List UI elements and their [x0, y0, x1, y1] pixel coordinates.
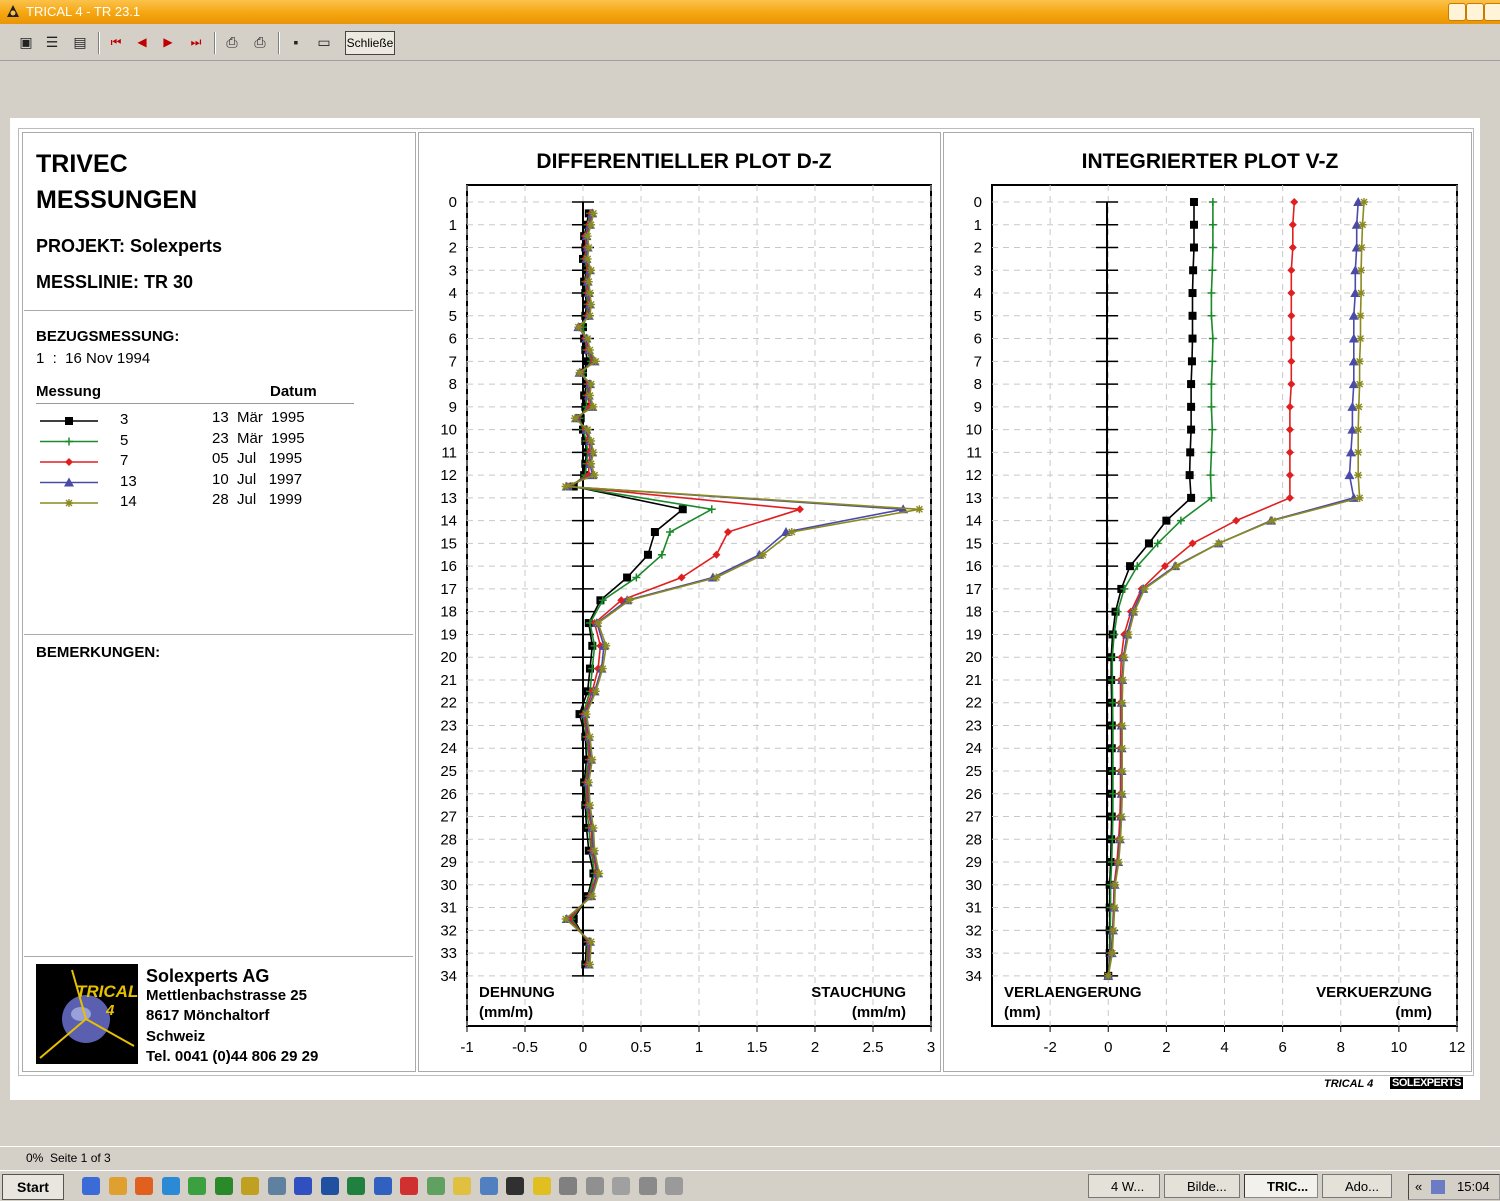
network-icon: [1431, 1180, 1445, 1194]
trical-logo: TRICAL 4: [36, 964, 138, 1064]
company-tel: Tel. 0041 (0)44 806 29 29: [146, 1048, 319, 1065]
integrated-plot-panel: [943, 132, 1472, 1072]
quick-launch-icon[interactable]: [453, 1177, 471, 1195]
legend-markers: [40, 417, 98, 507]
task-trical[interactable]: TRIC...: [1244, 1174, 1318, 1198]
report-title-line1: TRIVEC: [36, 150, 128, 178]
legend-date: 13 Mär 1995: [212, 409, 305, 426]
legend-messung-number: 13: [120, 472, 137, 490]
quick-launch-icon[interactable]: [612, 1177, 630, 1195]
company-name: Solexperts AG: [146, 966, 270, 986]
company-street: Mettlenbachstrasse 25: [146, 987, 307, 1004]
legend-marker-star: [65, 499, 73, 507]
divider: [24, 310, 413, 311]
clock: 15:04: [1457, 1179, 1490, 1194]
taskbar: Start 4 W... Bilde... TRIC... Ado... « 1…: [0, 1170, 1500, 1201]
divider: [24, 634, 413, 635]
quick-launch-icon[interactable]: [400, 1177, 418, 1195]
quick-launch-icon[interactable]: [506, 1177, 524, 1195]
toolbar: ▣ ☰ ▤ ⏮ ◀ ▶ ⏭ ⎙ ⎙ ▪ ▭ Schließe: [0, 24, 1500, 61]
legend-date: 05 Jul 1995: [212, 450, 303, 467]
legend-messung-number: 7: [120, 452, 129, 469]
legend-date: 28 Jul 1999: [212, 491, 303, 508]
start-button[interactable]: Start: [2, 1174, 64, 1200]
quick-launch-icon[interactable]: [320, 1177, 339, 1195]
tray-chevron[interactable]: «: [1415, 1175, 1422, 1199]
legend-marker-square: [65, 417, 73, 425]
prev-page-icon[interactable]: ◀: [132, 32, 152, 52]
minimize-button[interactable]: [1448, 3, 1466, 21]
legend-date: 10 Jul 1997: [212, 470, 303, 488]
quick-launch-icon[interactable]: [347, 1177, 365, 1195]
quick-launch-icon[interactable]: [294, 1177, 312, 1195]
legend-messung-number: 5: [120, 431, 129, 449]
zoom-value: 0%: [26, 1151, 44, 1165]
maximize-button[interactable]: [1466, 3, 1484, 21]
quick-launch-icon[interactable]: [267, 1177, 286, 1195]
logo-text: TRICAL: [76, 982, 138, 1001]
page-indicator: Seite 1 of 3: [50, 1151, 111, 1165]
quick-launch-icon[interactable]: [665, 1177, 683, 1195]
bezug-value: 1 : 16 Nov 1994: [36, 350, 151, 367]
report-title-line2: MESSUNGEN: [36, 186, 198, 214]
legend-messung-number: 3: [120, 411, 129, 428]
open-icon[interactable]: ▭: [314, 32, 334, 52]
quick-launch-icon[interactable]: [214, 1177, 233, 1195]
quick-launch-icon[interactable]: [188, 1177, 206, 1195]
close-report-button[interactable]: Schließe: [345, 31, 395, 55]
next-page-icon[interactable]: ▶: [158, 32, 178, 52]
footer-brand-logo: SOLEXPERTS: [1390, 1077, 1463, 1089]
remarks-label: BEMERKUNGEN:: [36, 644, 161, 661]
print-setup-icon[interactable]: ⎙: [222, 32, 242, 52]
last-page-icon[interactable]: ⏭: [186, 32, 206, 52]
quick-launch-icon[interactable]: [638, 1177, 657, 1195]
list-view-icon[interactable]: ☰: [42, 32, 62, 52]
globe-logo-icon: [39, 969, 135, 1059]
system-tray: « 15:04: [1408, 1174, 1500, 1200]
status-bar: 0% Seite 1 of 3: [0, 1146, 1500, 1169]
toolbar-separator: [214, 32, 216, 54]
quick-launch-icon[interactable]: [241, 1177, 259, 1195]
task-word-document[interactable]: Bilde...: [1164, 1174, 1240, 1198]
project-label: PROJEKT: Solexperts: [36, 236, 223, 256]
divider: [24, 956, 413, 957]
legend-divider: [36, 403, 354, 404]
close-window-button[interactable]: [1484, 3, 1500, 21]
window-titlebar: TRICAL 4 - TR 23.1: [0, 0, 1500, 24]
legend-date: 23 Mär 1995: [212, 429, 305, 447]
messlinie-label: MESSLINIE: TR 30: [36, 272, 194, 292]
quick-launch-icon[interactable]: [479, 1177, 498, 1195]
task-windows-explorer[interactable]: 4 W...: [1088, 1174, 1160, 1198]
footer-trical: TRICAL 4: [1324, 1078, 1374, 1090]
toolbar-separator: [98, 32, 100, 54]
legend-marker-diamond: [65, 458, 73, 466]
quick-launch-icon[interactable]: [426, 1177, 445, 1195]
legend-col-messung: Messung: [36, 383, 102, 400]
window-title: TRICAL 4 - TR 23.1: [26, 4, 141, 19]
quick-launch-icon[interactable]: [108, 1177, 127, 1195]
quick-launch-icon[interactable]: [559, 1177, 577, 1195]
page-view-icon[interactable]: ▣: [16, 32, 36, 52]
legend-messung-number: 14: [120, 493, 137, 510]
task-adobe[interactable]: Ado...: [1322, 1174, 1392, 1198]
first-page-icon[interactable]: ⏮: [106, 32, 126, 52]
quick-launch-icon[interactable]: [135, 1177, 153, 1195]
differential-plot-panel: [418, 132, 941, 1072]
legend-marker-plus: [65, 437, 73, 446]
print-icon[interactable]: ⎙: [250, 32, 270, 52]
logo-number: 4: [106, 1002, 115, 1019]
company-city: 8617 Mönchaltorf: [146, 1007, 270, 1024]
quick-launch-icon[interactable]: [373, 1177, 392, 1195]
quick-launch-icon[interactable]: [161, 1177, 180, 1195]
quick-launch-icon[interactable]: [532, 1177, 551, 1195]
quick-launch-icon[interactable]: [82, 1177, 100, 1195]
company-country: Schweiz: [146, 1028, 206, 1045]
bezug-label: BEZUGSMESSUNG:: [36, 328, 180, 345]
toolbar-separator: [278, 32, 280, 54]
quick-launch-icon[interactable]: [585, 1177, 604, 1195]
save-icon[interactable]: ▪: [286, 32, 306, 52]
legend-col-datum: Datum: [270, 383, 317, 400]
thumbnail-view-icon[interactable]: ▤: [70, 32, 90, 52]
trical-app-icon: [7, 5, 19, 17]
